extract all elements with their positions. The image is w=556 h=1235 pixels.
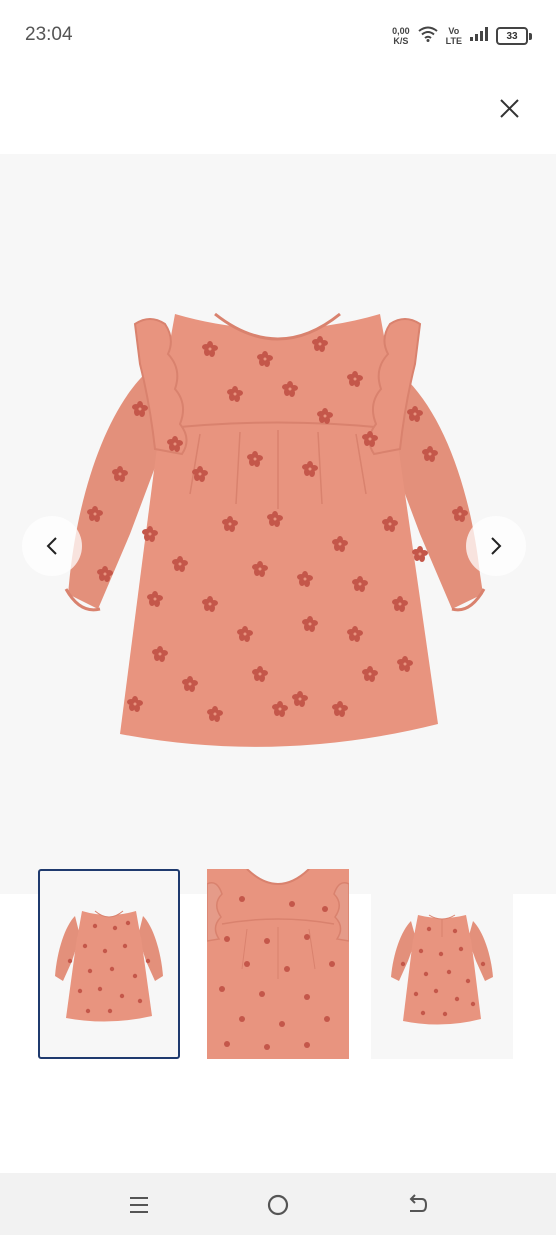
product-main-image[interactable] — [0, 154, 556, 894]
chevron-left-icon — [46, 537, 57, 555]
network-speed-unit: K/S — [393, 36, 409, 46]
status-icons: 0,00 K/S Vo LTE 33 — [392, 24, 532, 48]
home-button[interactable] — [260, 1187, 296, 1223]
network-speed: 0,00 K/S — [392, 26, 410, 46]
network-speed-value: 0,00 — [392, 26, 410, 36]
battery-level: 33 — [496, 27, 528, 45]
recent-apps-button[interactable] — [121, 1187, 157, 1223]
thumbnail-front-image — [55, 910, 163, 1022]
thumbnail-back-image — [391, 914, 493, 1025]
back-icon — [409, 1194, 428, 1212]
battery-tip — [529, 32, 532, 40]
back-button[interactable] — [399, 1187, 435, 1223]
thumbnail-front[interactable] — [38, 869, 180, 1059]
thumbnail-back[interactable] — [371, 869, 513, 1059]
menu-icon — [130, 1197, 148, 1213]
signal-icon — [470, 26, 488, 46]
wifi-icon — [418, 26, 438, 47]
thumbnail-fabric-detail-image — [206, 868, 350, 1059]
system-navigation-bar — [0, 1173, 556, 1235]
thumbnail-fabric-detail[interactable] — [206, 868, 350, 1059]
status-bar: 23:04 0,00 K/S Vo LTE 33 — [0, 0, 556, 70]
battery-icon: 33 — [496, 27, 532, 45]
volte-top: Vo — [448, 26, 460, 36]
chevron-right-icon — [491, 537, 502, 555]
status-time: 23:04 — [25, 24, 73, 45]
volte-indicator: Vo LTE — [446, 26, 462, 46]
previous-image-button[interactable] — [22, 516, 82, 576]
close-icon — [500, 99, 519, 118]
next-image-button[interactable] — [466, 516, 526, 576]
close-button[interactable] — [495, 94, 525, 124]
home-icon — [267, 1194, 289, 1216]
dress-illustration — [64, 312, 486, 747]
volte-bottom: LTE — [445, 36, 462, 46]
